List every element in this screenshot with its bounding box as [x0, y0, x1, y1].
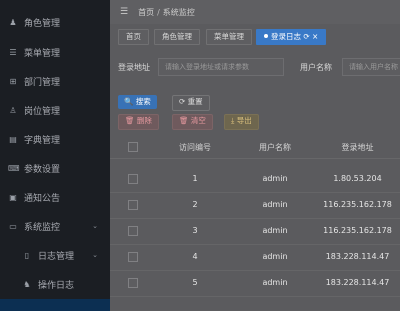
table-row[interactable]: 3 admin 116.235.162.178 [110, 218, 400, 245]
notice-icon: ▣ [9, 192, 17, 202]
export-button-label: 导出 [236, 116, 252, 125]
sidebar-item-label: 参数设置 [24, 164, 61, 175]
post-icon: ♙ [9, 105, 17, 115]
table-row[interactable]: 2 admin 116.235.162.178 [110, 192, 400, 219]
user-group-icon: ♟ [9, 17, 17, 27]
tag-menu[interactable]: 菜单管理 [206, 29, 252, 45]
breadcrumb: 首页 / 系统监控 [138, 7, 195, 17]
menu-tree-icon: ☰ [9, 47, 17, 57]
cell-ip: 116.235.162.178 [323, 200, 392, 209]
cell-id: 3 [192, 226, 198, 235]
user-input[interactable]: 请输入用户名称 [342, 58, 400, 76]
select-all-checkbox[interactable] [118, 142, 148, 154]
sidebar-item-label: 岗位管理 [24, 106, 61, 117]
settings-icon: ⌨ [8, 163, 20, 173]
table-row[interactable]: 5 admin 183.228.114.47 [110, 270, 400, 297]
sidebar-item-menu[interactable]: ☰ 菜单管理 [0, 38, 110, 66]
cell-ip: 1.80.53.204 [333, 174, 382, 183]
sidebar-item-operlog[interactable]: ♞ 操作日志 [0, 270, 110, 298]
header-ip: 登录地址 [341, 143, 374, 152]
cell-user: admin [262, 252, 288, 261]
sidebar-item-label: 菜单管理 [24, 48, 61, 59]
cell-user: admin [262, 174, 288, 183]
sidebar-item-dept[interactable]: ⊞ 部门管理 [0, 67, 110, 95]
monitor-icon: ▭ [9, 221, 17, 231]
search-button[interactable]: 🔍 搜索 [118, 95, 157, 109]
sidebar-item-label: 系统监控 [24, 222, 61, 233]
tag-label: 登录日志 ⟳ × [271, 32, 319, 41]
cell-ip: 116.235.162.178 [323, 226, 392, 235]
cell-id: 5 [192, 278, 198, 287]
tag-logininfor[interactable]: 登录日志 ⟳ × [256, 29, 327, 45]
row-checkbox[interactable] [118, 200, 148, 212]
sidebar-item-label: 日志管理 [38, 251, 75, 262]
active-dot-icon [264, 34, 268, 38]
table-header: 访问编号 用户名称 登录地址 [110, 136, 400, 159]
sidebar-item-label: 角色管理 [24, 18, 61, 29]
sidebar-item-logininfor[interactable] [0, 299, 110, 311]
cell-id: 2 [192, 200, 198, 209]
table-row[interactable]: 4 admin 183.228.114.47 [110, 244, 400, 271]
delete-button[interactable]: 🗑 删除 [118, 114, 159, 130]
search-button-label: 搜索 [135, 97, 151, 106]
org-icon: ⊞ [9, 76, 17, 86]
sidebar-item-log[interactable]: ▯ 日志管理 ⌄ [0, 241, 110, 269]
reset-button-label: 重置 [187, 97, 203, 106]
navbar: ☰ 首页 / 系统监控 [110, 0, 400, 24]
tags-view: 首页 角色管理 菜单管理 登录日志 ⟳ × [110, 26, 400, 48]
sidebar-item-label: 部门管理 [24, 77, 61, 88]
breadcrumb-item: 系统监控 [162, 7, 195, 17]
user-label: 用户名称 [300, 63, 332, 72]
export-button[interactable]: ⤓ 导出 [224, 114, 259, 130]
clear-button[interactable]: 🗑 清空 [172, 114, 213, 130]
cell-user: admin [262, 278, 288, 287]
operation-log-icon: ♞ [23, 279, 31, 289]
account-label: 登录地址 [118, 63, 150, 72]
delete-button-label: 删除 [136, 116, 152, 125]
cell-user: admin [262, 226, 288, 235]
row-checkbox[interactable] [118, 278, 148, 290]
chevron-down-icon: ⌄ [92, 251, 98, 259]
dict-icon: ▤ [9, 134, 17, 144]
clear-button-label: 清空 [190, 116, 206, 125]
sidebar-item-notice[interactable]: ▣ 通知公告 [0, 183, 110, 211]
cell-ip: 183.228.114.47 [325, 252, 390, 261]
sidebar-item-role[interactable]: ♟ 角色管理 [0, 8, 110, 36]
reset-button[interactable]: ⟳ 重置 [172, 95, 210, 111]
search-form: 登录地址 请输入登录地址或请求参数 用户名称 请输入用户名称 [110, 58, 400, 78]
row-checkbox[interactable] [118, 226, 148, 238]
cell-user: admin [262, 200, 288, 209]
sidebar-item-config[interactable]: ⌨ 参数设置 [0, 154, 110, 182]
sidebar-item-post[interactable]: ♙ 岗位管理 [0, 96, 110, 124]
header-id: 访问编号 [179, 143, 211, 152]
hamburger-icon[interactable]: ☰ [120, 7, 128, 17]
sidebar-item-label: 操作日志 [38, 280, 75, 291]
sidebar-item-label: 字典管理 [24, 135, 61, 146]
log-icon: ▯ [24, 250, 30, 260]
cell-id: 1 [192, 174, 198, 183]
chevron-down-icon: ⌄ [92, 222, 98, 230]
breadcrumb-item[interactable]: 首页 [138, 8, 154, 17]
header-user: 用户名称 [259, 143, 291, 152]
tag-home[interactable]: 首页 [118, 29, 149, 45]
main-content: ☰ 首页 / 系统监控 首页 角色管理 菜单管理 登录日志 ⟳ × 登录地址 请输入… [110, 0, 400, 310]
cell-ip: 183.228.114.47 [325, 278, 390, 287]
sidebar-item-label: 通知公告 [24, 193, 61, 204]
row-checkbox[interactable] [118, 174, 148, 186]
sidebar-item-dict[interactable]: ▤ 字典管理 [0, 125, 110, 153]
account-input[interactable]: 请输入登录地址或请求参数 [158, 58, 284, 76]
table-row[interactable]: 1 admin 1.80.53.204 [110, 166, 400, 193]
row-checkbox[interactable] [118, 252, 148, 264]
cell-id: 4 [192, 252, 198, 261]
sidebar: ♟ 角色管理 ☰ 菜单管理 ⊞ 部门管理 ♙ 岗位管理 ▤ 字典管理 ⌨ 参数设… [0, 0, 110, 311]
sidebar-item-monitor[interactable]: ▭ 系统监控 ⌄ [0, 212, 110, 240]
tag-role[interactable]: 角色管理 [154, 29, 200, 45]
